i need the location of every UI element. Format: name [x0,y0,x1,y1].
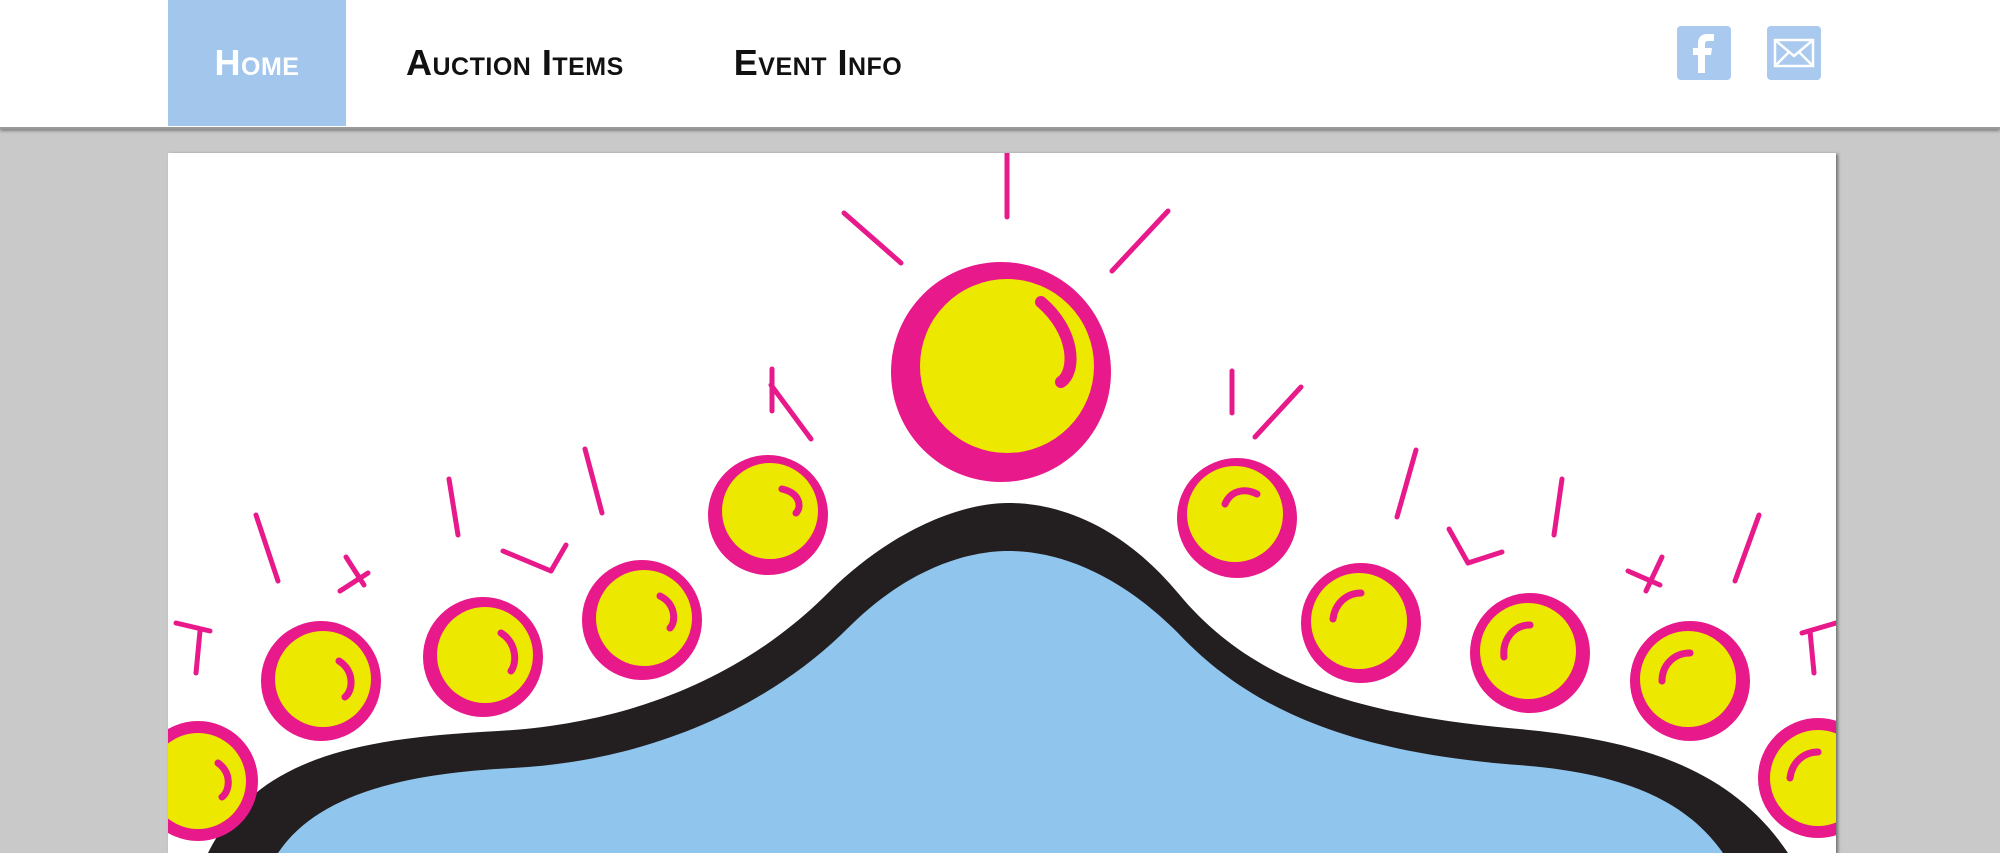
ball-right-1 [1177,458,1297,578]
main-nav: Home Auction Items Event Info [168,0,902,126]
hero-banner [168,153,1836,853]
ball-left-3 [423,597,543,717]
ball-right-2 [1301,563,1421,683]
ball-left-2 [582,560,702,680]
ball-left-1 [708,455,828,575]
ball-left-4 [261,621,381,741]
nav-item-event-info[interactable]: Event Info [734,0,902,126]
nav-item-auction-items[interactable]: Auction Items [406,0,624,126]
facebook-icon [1693,34,1714,73]
mail-icon [1773,38,1815,68]
ball-right-4 [1630,621,1750,741]
top-navigation-bar: Home Auction Items Event Info [0,0,2000,129]
ball-right-edge [1758,718,1836,838]
ball-right-3 [1470,593,1590,713]
facebook-button[interactable] [1677,26,1731,80]
nav-item-home[interactable]: Home [168,0,346,126]
ball-top [891,262,1111,482]
hero-illustration [168,153,1836,853]
email-button[interactable] [1767,26,1821,80]
